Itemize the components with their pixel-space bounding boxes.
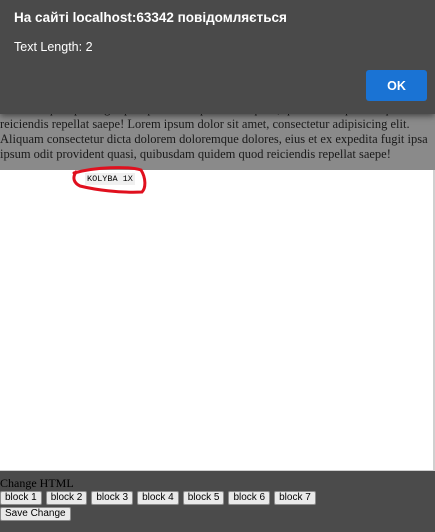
- block-4-button[interactable]: block 4: [137, 491, 179, 505]
- block-6-button[interactable]: block 6: [228, 491, 271, 505]
- block-1-button[interactable]: block 1: [0, 491, 42, 505]
- dialog-message: Text Length: 2: [14, 40, 93, 54]
- save-change-button[interactable]: Save Change: [0, 507, 71, 521]
- alert-dialog: На сайті localhost:63342 повідомляється …: [0, 0, 435, 114]
- block-7-button[interactable]: block 7: [274, 491, 316, 505]
- change-html-label: Change HTML: [0, 476, 74, 490]
- dialog-title: На сайті localhost:63342 повідомляється: [14, 10, 287, 25]
- block-5-button[interactable]: block 5: [182, 491, 225, 505]
- editable-area[interactable]: [0, 170, 435, 471]
- block-buttons-row: block 1 block 2 block 3 block 4 block 5 …: [0, 491, 316, 505]
- block-3-button[interactable]: block 3: [91, 491, 134, 505]
- block-2-button[interactable]: block 2: [45, 491, 88, 505]
- kolyba-tag: KOLYBA 1X: [85, 173, 135, 185]
- ok-button[interactable]: OK: [366, 70, 427, 101]
